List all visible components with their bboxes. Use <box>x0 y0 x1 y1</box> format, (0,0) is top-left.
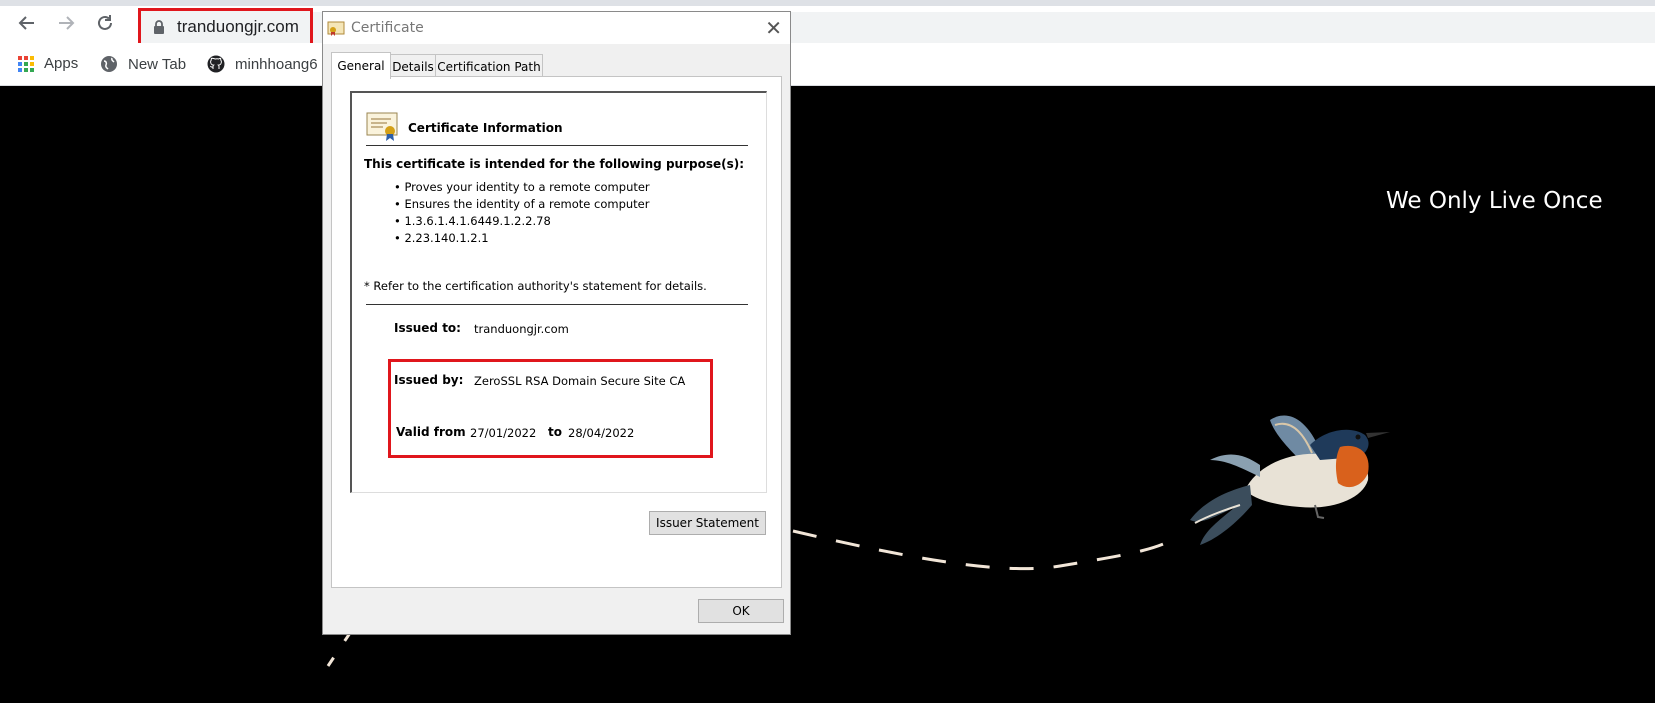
address-bar[interactable]: tranduongjr.com <box>138 8 313 46</box>
dashed-flight-path <box>326 529 1171 667</box>
github-icon <box>207 55 225 73</box>
issued-to-value: tranduongjr.com <box>474 322 569 336</box>
bookmark-new-tab[interactable]: New Tab <box>100 55 186 73</box>
dialog-titlebar: Certificate ✕ <box>323 12 790 44</box>
general-tab-panel: Certificate Information This certificate… <box>331 76 782 588</box>
tab-general[interactable]: General <box>331 52 391 79</box>
certificate-icon <box>327 21 345 36</box>
purpose-item: Ensures the identity of a remote compute… <box>394 196 650 213</box>
issued-by-label: Issued by: <box>394 373 464 387</box>
back-button[interactable] <box>12 8 42 38</box>
issued-to-label: Issued to: <box>394 321 461 335</box>
divider <box>366 304 748 305</box>
valid-from-label: Valid from <box>396 425 466 439</box>
tab-label: Details <box>392 59 434 74</box>
tab-details[interactable]: Details <box>389 54 437 78</box>
purpose-list: Proves your identity to a remote compute… <box>394 179 650 247</box>
bird-illustration <box>1190 415 1390 545</box>
tab-label: Certification Path <box>437 59 541 74</box>
bookmark-github[interactable]: minhhoang6 <box>207 55 318 73</box>
bookmark-label: minhhoang6 <box>235 55 318 73</box>
back-arrow-icon <box>18 16 34 30</box>
button-label: OK <box>732 604 750 618</box>
apps-grid-icon <box>18 55 34 72</box>
button-label: Issuer Statement <box>656 516 759 530</box>
bookmark-label: Apps <box>44 55 79 72</box>
bookmarks-bar: Apps New Tab minhhoang6 <box>0 43 1655 86</box>
certificate-info-heading: Certificate Information <box>408 121 563 135</box>
forward-arrow-icon <box>59 16 75 30</box>
tab-label: General <box>337 59 385 73</box>
purpose-item: Proves your identity to a remote compute… <box>394 179 649 196</box>
url-text: tranduongjr.com <box>177 17 299 36</box>
purpose-heading: This certificate is intended for the fol… <box>364 157 745 171</box>
issued-by-value: ZeroSSL RSA Domain Secure Site CA <box>474 374 686 388</box>
ca-statement-note: * Refer to the certification authority's… <box>364 279 707 293</box>
bookmark-apps[interactable]: Apps <box>18 55 78 72</box>
certificate-dialog: Certificate ✕ General Details Certificat… <box>322 11 791 635</box>
purpose-item: 2.23.140.1.2.1 <box>394 230 650 247</box>
valid-to-value: 28/04/2022 <box>568 426 635 440</box>
tab-certification-path[interactable]: Certification Path <box>435 54 543 78</box>
certificate-info-icon <box>366 112 398 141</box>
valid-from-value: 27/01/2022 <box>470 426 537 440</box>
purpose-item: 1.3.6.1.4.1.6449.1.2.2.78 <box>394 213 650 230</box>
valid-to-label: to <box>548 425 562 439</box>
forward-button[interactable] <box>51 8 81 38</box>
divider <box>366 145 748 146</box>
ok-button[interactable]: OK <box>698 599 784 623</box>
dialog-title: Certificate <box>351 20 424 36</box>
certificate-info-box: Certificate Information This certificate… <box>350 91 767 493</box>
bookmark-label: New Tab <box>128 55 187 73</box>
issuer-statement-button[interactable]: Issuer Statement <box>649 511 766 535</box>
lock-icon <box>154 20 164 34</box>
globe-icon <box>101 56 117 72</box>
reload-button[interactable] <box>90 8 120 38</box>
reload-icon <box>98 15 112 30</box>
close-button[interactable]: ✕ <box>765 16 782 40</box>
